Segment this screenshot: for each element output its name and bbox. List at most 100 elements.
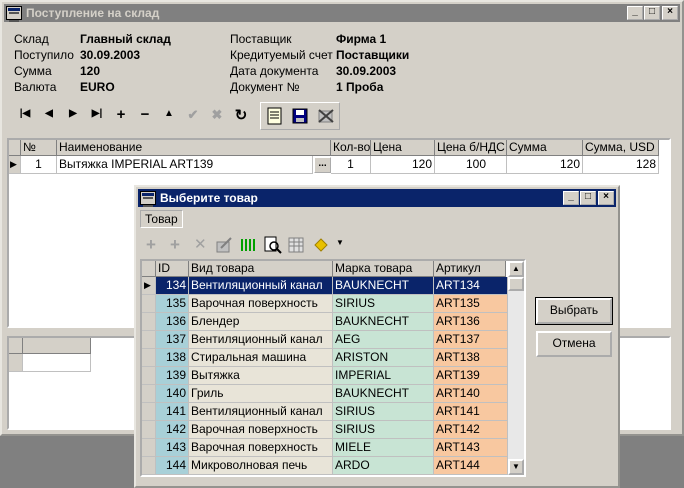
vertical-scrollbar[interactable]: ▲ ▼ bbox=[508, 261, 524, 475]
nav-post-button[interactable]: ✔ bbox=[184, 107, 202, 123]
cell-article[interactable]: ART134 bbox=[434, 277, 508, 295]
cell-qty[interactable]: 1 bbox=[331, 156, 371, 174]
cell-brand[interactable]: IMPERIAL bbox=[333, 367, 434, 385]
dlg-col-header-brand[interactable]: Марка товара bbox=[333, 261, 434, 277]
col-header-qty[interactable]: Кол-во bbox=[331, 140, 371, 156]
cell-name[interactable]: Вытяжка IMPERIAL ART139 bbox=[57, 156, 313, 174]
cell-type[interactable]: Стиральная машина bbox=[189, 349, 333, 367]
cell-article[interactable]: ART137 bbox=[434, 331, 508, 349]
preview-icon[interactable] bbox=[264, 236, 282, 254]
cell-brand[interactable]: BAUKNECHT bbox=[333, 313, 434, 331]
maximize-button[interactable]: □ bbox=[644, 6, 660, 20]
cell-type[interactable]: Вентиляционный канал bbox=[189, 403, 333, 421]
cell-brand[interactable]: ARDO bbox=[333, 457, 434, 475]
cell-type[interactable]: Гриль bbox=[189, 385, 333, 403]
cell-id[interactable]: 141 bbox=[156, 403, 189, 421]
cell-brand[interactable]: ARISTON bbox=[333, 349, 434, 367]
document-icon[interactable] bbox=[267, 107, 283, 125]
cell-id[interactable]: 139 bbox=[156, 367, 189, 385]
cell-type[interactable]: Вентиляционный канал bbox=[189, 277, 333, 295]
dialog-titlebar[interactable]: Выберите товар _ □ × bbox=[138, 189, 616, 207]
cell-article[interactable]: ART141 bbox=[434, 403, 508, 421]
nav-delete-button[interactable]: − bbox=[136, 106, 154, 123]
main-titlebar[interactable]: Поступление на склад _ □ × bbox=[4, 4, 680, 22]
barcode-icon[interactable] bbox=[240, 237, 256, 253]
cell-type[interactable]: Вентиляционный канал bbox=[189, 331, 333, 349]
nav-insert-button[interactable]: + bbox=[112, 106, 130, 123]
cell-brand[interactable]: SIRIUS bbox=[333, 403, 434, 421]
cell-id[interactable]: 134 bbox=[156, 277, 189, 295]
dlg-col-header-article[interactable]: Артикул bbox=[434, 261, 506, 277]
cell-id[interactable]: 137 bbox=[156, 331, 189, 349]
close-button[interactable]: × bbox=[662, 6, 678, 20]
secondary-cell[interactable] bbox=[23, 354, 91, 372]
cell-type[interactable]: Варочная поверхность bbox=[189, 439, 333, 457]
cell-brand[interactable]: BAUKNECHT bbox=[333, 385, 434, 403]
add-icon[interactable]: + bbox=[146, 235, 156, 255]
col-header-sum[interactable]: Сумма bbox=[507, 140, 583, 156]
menu-tovar[interactable]: Товар bbox=[140, 210, 183, 228]
cell-id[interactable]: 144 bbox=[156, 457, 189, 475]
cell-num[interactable]: 1 bbox=[21, 156, 57, 174]
minimize-button[interactable]: _ bbox=[627, 6, 643, 20]
select-button[interactable]: Выбрать bbox=[535, 297, 613, 325]
cell-brand[interactable]: AEG bbox=[333, 331, 434, 349]
cell-article[interactable]: ART143 bbox=[434, 439, 508, 457]
name-ellipsis-button[interactable]: ... bbox=[314, 157, 331, 173]
cell-type[interactable]: Варочная поверхность bbox=[189, 421, 333, 439]
cell-article[interactable]: ART144 bbox=[434, 457, 508, 475]
cell-id[interactable]: 142 bbox=[156, 421, 189, 439]
secondary-col-header[interactable] bbox=[23, 338, 91, 354]
nav-first-button[interactable]: |◀ bbox=[16, 108, 34, 119]
cell-sum[interactable]: 120 bbox=[507, 156, 583, 174]
dialog-minimize-button[interactable]: _ bbox=[563, 191, 579, 205]
cell-brand[interactable]: BAUKNECHT bbox=[333, 277, 434, 295]
dialog-close-button[interactable]: × bbox=[598, 191, 614, 205]
nav-next-button[interactable]: ▶ bbox=[64, 108, 82, 119]
cell-id[interactable]: 143 bbox=[156, 439, 189, 457]
filter-icon[interactable] bbox=[314, 238, 328, 252]
cell-type[interactable]: Вытяжка bbox=[189, 367, 333, 385]
dlg-col-header-type[interactable]: Вид товара bbox=[189, 261, 333, 277]
nav-refresh-button[interactable]: ↻ bbox=[232, 106, 250, 124]
delete-icon[interactable]: ✕ bbox=[194, 235, 207, 253]
dialog-maximize-button[interactable]: □ bbox=[580, 191, 596, 205]
cell-article[interactable]: ART135 bbox=[434, 295, 508, 313]
nav-cancel-button[interactable]: ✖ bbox=[208, 107, 226, 123]
save-icon[interactable] bbox=[292, 108, 308, 124]
scroll-up-button[interactable]: ▲ bbox=[508, 261, 524, 277]
dlg-col-header-id[interactable]: ID bbox=[156, 261, 189, 277]
filter-dropdown-icon[interactable]: ▼ bbox=[336, 238, 344, 247]
col-header-num[interactable]: № bbox=[21, 140, 57, 156]
cell-brand[interactable]: MIELE bbox=[333, 439, 434, 457]
delete-doc-icon[interactable] bbox=[317, 108, 335, 124]
cell-id[interactable]: 136 bbox=[156, 313, 189, 331]
scroll-down-button[interactable]: ▼ bbox=[508, 459, 524, 475]
scroll-thumb[interactable] bbox=[508, 277, 524, 291]
cell-article[interactable]: ART142 bbox=[434, 421, 508, 439]
edit-icon[interactable] bbox=[216, 237, 232, 253]
cell-sum-usd[interactable]: 128 bbox=[583, 156, 659, 174]
cell-type[interactable]: Варочная поверхность bbox=[189, 295, 333, 313]
cancel-dialog-button[interactable]: Отмена bbox=[536, 331, 612, 357]
cell-type[interactable]: Блендер bbox=[189, 313, 333, 331]
cell-id[interactable]: 138 bbox=[156, 349, 189, 367]
col-header-price[interactable]: Цена bbox=[371, 140, 435, 156]
grid-icon[interactable] bbox=[288, 237, 304, 253]
cell-article[interactable]: ART138 bbox=[434, 349, 508, 367]
col-header-name[interactable]: Наименование bbox=[57, 140, 331, 156]
nav-edit-button[interactable]: ▲ bbox=[160, 108, 178, 119]
cell-type[interactable]: Микроволновая печь bbox=[189, 457, 333, 475]
cell-article[interactable]: ART140 bbox=[434, 385, 508, 403]
cell-brand[interactable]: SIRIUS bbox=[333, 295, 434, 313]
cell-article[interactable]: ART139 bbox=[434, 367, 508, 385]
add-child-icon[interactable]: + bbox=[170, 235, 180, 255]
nav-prev-button[interactable]: ◀ bbox=[40, 108, 58, 119]
nav-last-button[interactable]: ▶| bbox=[88, 108, 106, 119]
cell-article[interactable]: ART136 bbox=[434, 313, 508, 331]
col-header-price-novat[interactable]: Цена б/НДС bbox=[435, 140, 507, 156]
cell-id[interactable]: 135 bbox=[156, 295, 189, 313]
cell-id[interactable]: 140 bbox=[156, 385, 189, 403]
col-header-sum-usd[interactable]: Сумма, USD bbox=[583, 140, 659, 156]
cell-price-novat[interactable]: 100 bbox=[435, 156, 507, 174]
